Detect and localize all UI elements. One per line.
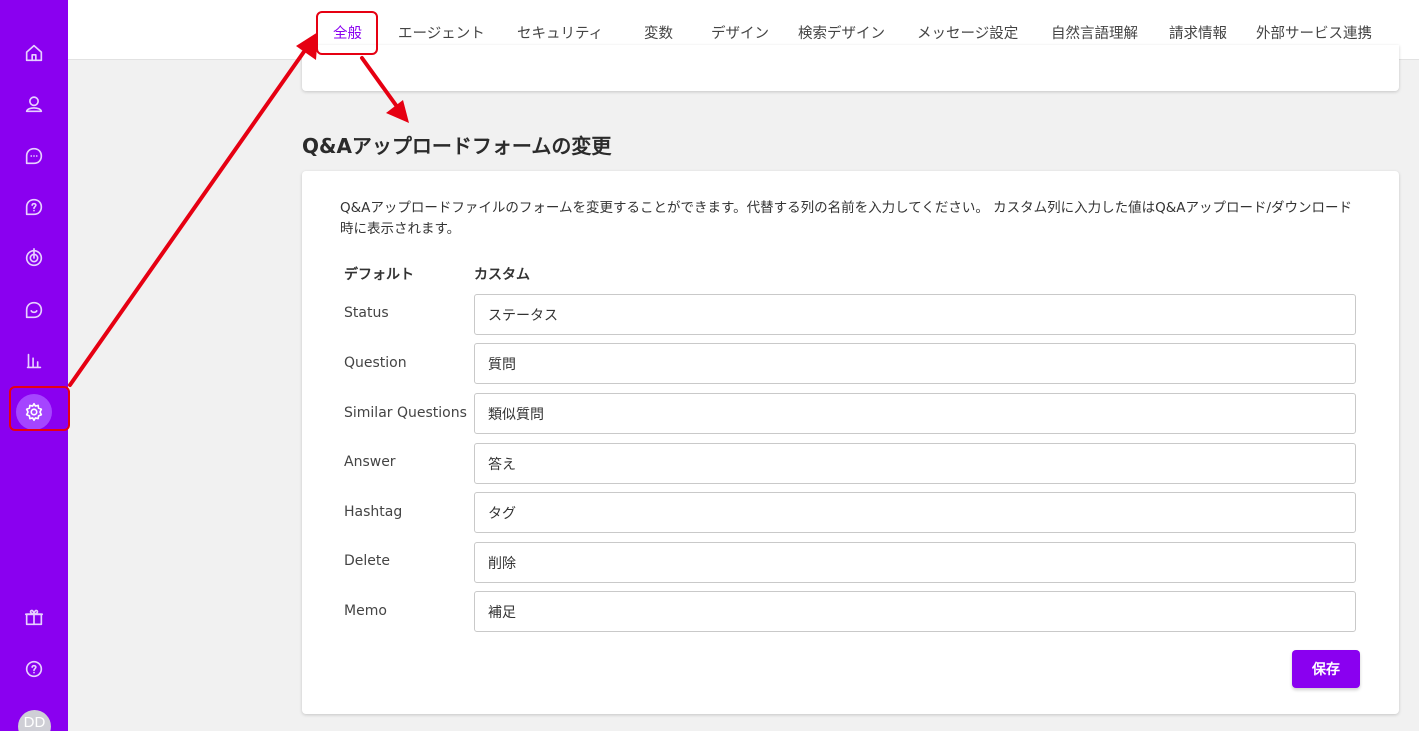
chat-bubble-icon[interactable] [16, 138, 52, 174]
home-icon[interactable] [16, 35, 52, 71]
avatar[interactable]: DD [18, 710, 51, 731]
delete-custom-input[interactable] [474, 542, 1356, 583]
section-title: Q&Aアップロードフォームの変更 [302, 134, 612, 158]
message-icon[interactable] [16, 292, 52, 328]
previous-settings-card [302, 45, 1399, 91]
row-label-memo: Memo [344, 603, 387, 619]
answer-custom-input[interactable] [474, 443, 1356, 484]
tab-message-settings[interactable]: メッセージ設定 [917, 22, 1018, 43]
row-label-hashtag: Hashtag [344, 504, 403, 520]
tab-search-design[interactable]: 検索デザイン [798, 22, 885, 43]
user-icon[interactable] [16, 86, 52, 122]
bar-chart-icon[interactable] [16, 343, 52, 379]
row-label-question: Question [344, 355, 407, 371]
question-icon[interactable] [16, 189, 52, 225]
tab-agent[interactable]: エージェント [398, 22, 485, 43]
gift-icon[interactable] [16, 599, 52, 635]
tab-variables[interactable]: 変数 [644, 22, 673, 43]
target-icon[interactable] [16, 240, 52, 276]
row-label-similar-questions: Similar Questions [344, 405, 467, 421]
tab-billing[interactable]: 請求情報 [1169, 22, 1227, 43]
custom-column-header: カスタム [474, 267, 530, 283]
annotation-gear-highlight [9, 386, 70, 431]
qa-upload-form-card: Q&Aアップロードファイルのフォームを変更することができます。代替する列の名前を… [302, 171, 1399, 714]
question-custom-input[interactable] [474, 343, 1356, 384]
row-label-answer: Answer [344, 454, 396, 470]
memo-custom-input[interactable] [474, 591, 1356, 632]
tab-design[interactable]: デザイン [711, 22, 769, 43]
sidebar: DD [0, 0, 68, 731]
hashtag-custom-input[interactable] [474, 492, 1356, 533]
annotation-tab-highlight [316, 11, 378, 55]
status-custom-input[interactable] [474, 294, 1356, 335]
save-button[interactable]: 保存 [1292, 650, 1360, 688]
default-column-header: デフォルト [344, 267, 414, 283]
section-description: Q&Aアップロードファイルのフォームを変更することができます。代替する列の名前を… [340, 200, 1353, 237]
row-label-delete: Delete [344, 553, 390, 569]
help-icon[interactable] [16, 651, 52, 687]
tab-external-services[interactable]: 外部サービス連携 [1256, 22, 1372, 43]
tab-nlu[interactable]: 自然言語理解 [1051, 22, 1138, 43]
similar-questions-custom-input[interactable] [474, 393, 1356, 434]
tab-security[interactable]: セキュリティ [517, 22, 603, 43]
row-label-status: Status [344, 305, 389, 321]
